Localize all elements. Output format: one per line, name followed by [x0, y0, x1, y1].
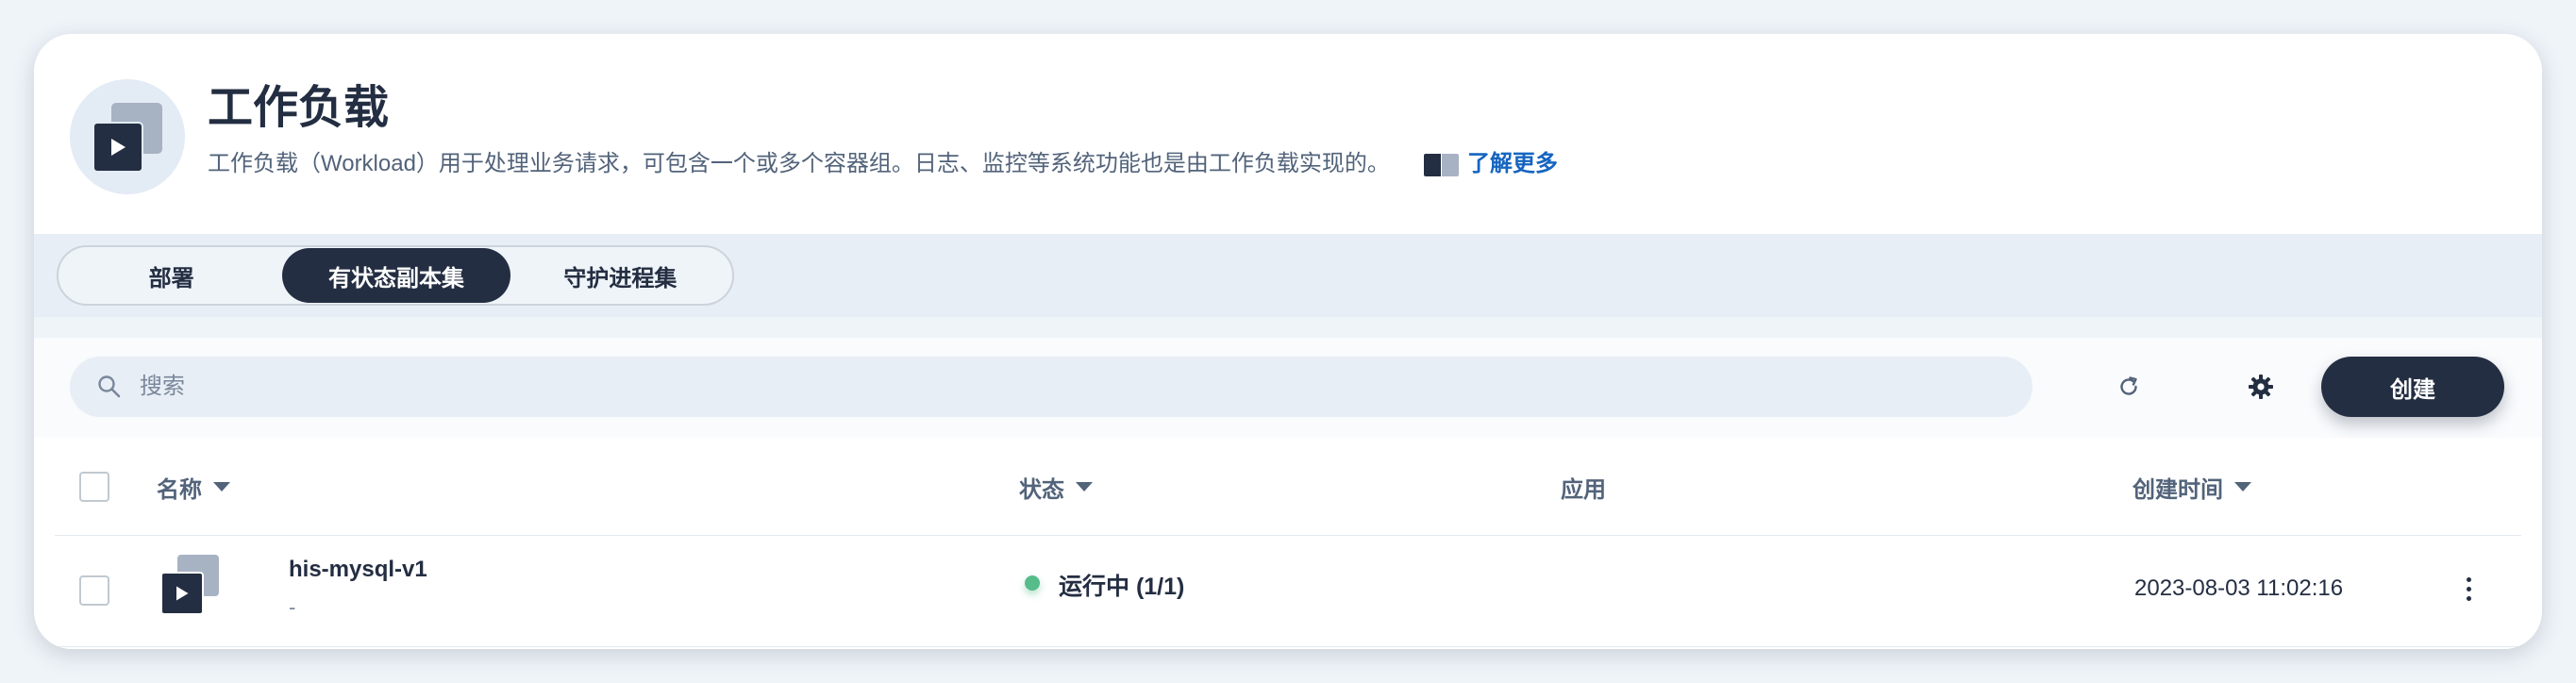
learn-more-link[interactable]: 了解更多 — [1423, 145, 1558, 183]
status-dot-icon — [1025, 575, 1040, 591]
workload-name-link[interactable]: his-mysql-v1 — [289, 555, 427, 585]
tab-statefulsets[interactable]: 有状态副本集 — [282, 248, 510, 303]
column-app-label: 应用 — [1561, 476, 1606, 503]
workload-alias: - — [289, 595, 296, 619]
workload-icon — [70, 79, 185, 194]
tab-deployments[interactable]: 部署 — [60, 248, 282, 303]
tabs-bar: 部署 有状态副本集 守护进程集 — [34, 234, 2542, 317]
status-text: 运行中 (1/1) — [1059, 574, 1185, 600]
search-icon — [96, 374, 123, 400]
tab-daemonsets[interactable]: 守护进程集 — [510, 248, 730, 303]
statefulset-icon — [160, 555, 221, 621]
table-toolbar: 创建 — [34, 338, 2542, 438]
column-status-label: 状态 — [1019, 476, 1064, 503]
select-all-checkbox[interactable] — [79, 472, 109, 502]
page-header: 工作负载 工作负载（Workload）用于处理业务请求，可包含一个或多个容器组。… — [34, 34, 2542, 234]
settings-button[interactable] — [2242, 368, 2280, 406]
column-header-status[interactable]: 状态 — [1019, 466, 1093, 508]
learn-more-label: 了解更多 — [1466, 151, 1558, 176]
workload-page-card: 工作负载 工作负载（Workload）用于处理业务请求，可包含一个或多个容器组。… — [34, 34, 2542, 649]
column-created-label: 创建时间 — [2133, 476, 2223, 503]
column-name-label: 名称 — [157, 476, 202, 503]
workload-table: 名称 状态 应用 创建时间 his-mysql-v1 - 运行中 (1/1) 2… — [55, 438, 2521, 647]
page-description: 工作负载（Workload）用于处理业务请求，可包含一个或多个容器组。日志、监控… — [208, 145, 1558, 183]
table-row: his-mysql-v1 - 运行中 (1/1) 2023-08-03 11:0… — [55, 536, 2521, 647]
refresh-icon — [2120, 376, 2137, 395]
filter-caret-icon — [1076, 482, 1093, 491]
sort-caret-icon — [2234, 482, 2251, 491]
more-actions-button[interactable] — [2455, 570, 2482, 608]
page-title: 工作负载 — [208, 83, 390, 133]
gear-icon — [2249, 375, 2273, 399]
create-button[interactable]: 创建 — [2321, 357, 2504, 417]
sort-caret-icon — [213, 482, 230, 491]
column-header-app: 应用 — [1561, 466, 1606, 508]
search-box[interactable] — [70, 357, 2032, 417]
book-icon — [1423, 152, 1460, 176]
section-divider — [34, 317, 2542, 338]
page-description-text: 工作负载（Workload）用于处理业务请求，可包含一个或多个容器组。日志、监控… — [208, 151, 1390, 176]
created-time: 2023-08-03 11:02:16 — [2134, 575, 2344, 601]
column-header-created[interactable]: 创建时间 — [2133, 466, 2251, 508]
workload-type-tabs: 部署 有状态副本集 守护进程集 — [57, 245, 734, 306]
table-header: 名称 状态 应用 创建时间 — [55, 438, 2521, 536]
refresh-button[interactable] — [2110, 368, 2148, 406]
search-input[interactable] — [140, 374, 2032, 400]
column-header-name[interactable]: 名称 — [157, 466, 230, 508]
row-checkbox[interactable] — [79, 575, 109, 606]
